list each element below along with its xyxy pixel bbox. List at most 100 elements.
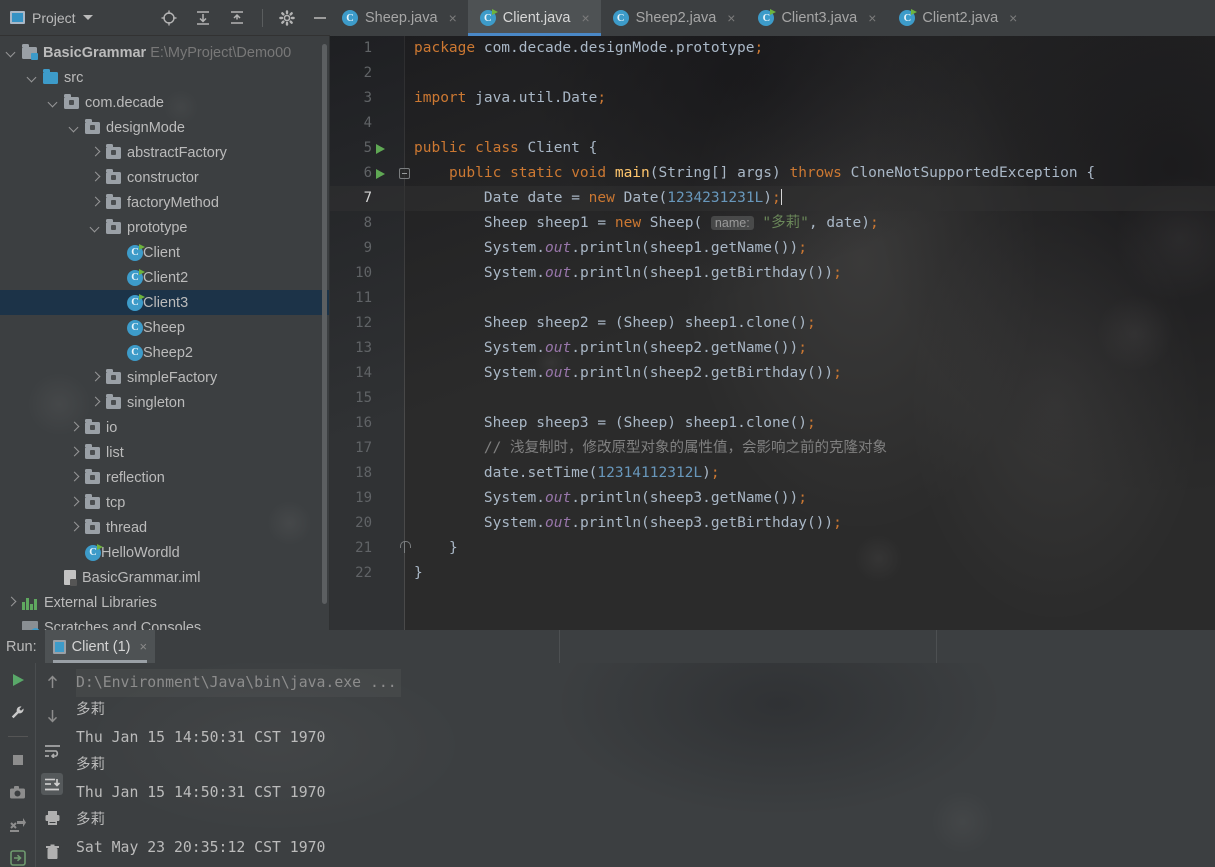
code-editor[interactable]: 1 package com.decade.designMode.prototype…: [330, 36, 1215, 630]
code-line-20[interactable]: 20 System.out.println(sheep3.getBirthday…: [330, 511, 1215, 536]
scroll-to-end-icon[interactable]: [41, 773, 63, 795]
chevron-right-icon[interactable]: [90, 172, 102, 184]
print-icon[interactable]: [41, 807, 63, 829]
tree-item-io[interactable]: io: [0, 415, 329, 440]
tree-item-reflection[interactable]: reflection: [0, 465, 329, 490]
export-icon[interactable]: [7, 849, 29, 867]
close-icon[interactable]: ×: [581, 11, 589, 25]
project-tree-panel[interactable]: BasicGrammar E:\MyProject\Demo00 src com.d…: [0, 36, 330, 630]
chevron-down-icon[interactable]: [6, 47, 18, 59]
run-gutter-icon[interactable]: [376, 169, 385, 179]
rerun-icon[interactable]: [7, 671, 29, 690]
stop-icon[interactable]: [7, 751, 29, 770]
tree-item-singleton[interactable]: singleton: [0, 390, 329, 415]
code-line-7[interactable]: 7 Date date = new Date(1234231231L);: [330, 186, 1215, 211]
code-line-17[interactable]: 17 // 浅复制时，修改原型对象的属性值，会影响之前的克隆对象: [330, 436, 1215, 461]
tree-item-thread[interactable]: thread: [0, 515, 329, 540]
code-line-6[interactable]: 6 public static void main(String[] args)…: [330, 161, 1215, 186]
tree-item-prototype[interactable]: prototype: [0, 215, 329, 240]
expand-all-icon[interactable]: [194, 9, 212, 27]
camera-snapshot-icon[interactable]: [7, 783, 29, 802]
fold-marker-icon[interactable]: [399, 168, 410, 179]
chevron-right-icon[interactable]: [69, 472, 81, 484]
code-line-2[interactable]: 2: [330, 61, 1215, 86]
dump-threads-icon[interactable]: [7, 816, 29, 835]
code-content[interactable]: 1 package com.decade.designMode.prototype…: [330, 36, 1215, 630]
run-tab-client[interactable]: Client (1) ×: [44, 630, 156, 663]
code-line-11[interactable]: 11: [330, 286, 1215, 311]
wrench-settings-icon[interactable]: [7, 704, 29, 723]
tree-item-sheep[interactable]: C Sheep: [0, 315, 329, 340]
arrow-down-icon[interactable]: [41, 705, 63, 727]
project-tree[interactable]: BasicGrammar E:\MyProject\Demo00 src com.d…: [0, 36, 329, 630]
trash-icon[interactable]: [41, 841, 63, 863]
code-line-9[interactable]: 9 System.out.println(sheep1.getName());: [330, 236, 1215, 261]
tree-item-scratches-and-consoles[interactable]: Scratches and Consoles: [0, 615, 329, 630]
chevron-down-icon[interactable]: [82, 15, 93, 20]
tree-item-client2[interactable]: C Client2: [0, 265, 329, 290]
code-line-14[interactable]: 14 System.out.println(sheep2.getBirthday…: [330, 361, 1215, 386]
tree-item-com-decade[interactable]: com.decade: [0, 90, 329, 115]
code-line-4[interactable]: 4: [330, 111, 1215, 136]
code-line-13[interactable]: 13 System.out.println(sheep2.getName());: [330, 336, 1215, 361]
chevron-right-icon[interactable]: [90, 197, 102, 209]
code-line-22[interactable]: 22}: [330, 561, 1215, 586]
tree-item-client3[interactable]: C Client3: [0, 290, 329, 315]
tree-item-constructor[interactable]: constructor: [0, 165, 329, 190]
editor-tab-client2-java[interactable]: C Client2.java ×: [887, 0, 1028, 36]
code-line-16[interactable]: 16 Sheep sheep3 = (Sheep) sheep1.clone()…: [330, 411, 1215, 436]
chevron-down-icon[interactable]: [69, 122, 81, 134]
code-line-5[interactable]: 5 public class Client {: [330, 136, 1215, 161]
soft-wrap-icon[interactable]: [41, 739, 63, 761]
tree-item-src[interactable]: src: [0, 65, 329, 90]
tree-item-external-libraries[interactable]: External Libraries: [0, 590, 329, 615]
tree-item-tcp[interactable]: tcp: [0, 490, 329, 515]
arrow-up-icon[interactable]: [41, 671, 63, 693]
editor-tab-sheep-java[interactable]: C Sheep.java ×: [330, 0, 468, 36]
console-output[interactable]: D:\Environment\Java\bin\java.exe ... 多莉 Th…: [68, 663, 1215, 867]
chevron-right-icon[interactable]: [90, 372, 102, 384]
chevron-down-icon[interactable]: [90, 222, 102, 234]
tree-item-basicgrammar-iml[interactable]: BasicGrammar.iml: [0, 565, 329, 590]
tree-item-basicgrammar[interactable]: BasicGrammar E:\MyProject\Demo00: [0, 40, 329, 65]
tree-item-hellowordld[interactable]: C HelloWordld: [0, 540, 329, 565]
locate-target-icon[interactable]: [160, 9, 178, 27]
chevron-right-icon[interactable]: [69, 497, 81, 509]
chevron-down-icon[interactable]: [48, 97, 60, 109]
tree-item-factorymethod[interactable]: factoryMethod: [0, 190, 329, 215]
editor-tab-sheep2-java[interactable]: C Sheep2.java ×: [601, 0, 747, 36]
tree-item-abstractfactory[interactable]: abstractFactory: [0, 140, 329, 165]
tree-item-sheep2[interactable]: C Sheep2: [0, 340, 329, 365]
chevron-down-icon[interactable]: [27, 72, 39, 84]
tree-item-list[interactable]: list: [0, 440, 329, 465]
code-line-12[interactable]: 12 Sheep sheep2 = (Sheep) sheep1.clone()…: [330, 311, 1215, 336]
collapse-all-icon[interactable]: [228, 9, 246, 27]
code-line-3[interactable]: 3 import java.util.Date;: [330, 86, 1215, 111]
code-line-10[interactable]: 10 System.out.println(sheep1.getBirthday…: [330, 261, 1215, 286]
close-icon[interactable]: ×: [868, 11, 876, 25]
fold-marker-icon[interactable]: [399, 541, 411, 554]
close-icon[interactable]: ×: [139, 639, 147, 654]
chevron-right-icon[interactable]: [90, 147, 102, 159]
code-line-8[interactable]: 8 Sheep sheep1 = new Sheep( name: "多莉", …: [330, 211, 1215, 236]
chevron-right-icon[interactable]: [6, 597, 18, 609]
chevron-right-icon[interactable]: [69, 522, 81, 534]
minimize-icon[interactable]: [311, 9, 329, 27]
tree-item-simplefactory[interactable]: simpleFactory: [0, 365, 329, 390]
close-icon[interactable]: ×: [449, 11, 457, 25]
chevron-right-icon[interactable]: [90, 397, 102, 409]
tree-item-client[interactable]: C Client: [0, 240, 329, 265]
code-line-21[interactable]: 21 }: [330, 536, 1215, 561]
settings-gear-icon[interactable]: [279, 10, 295, 26]
code-line-18[interactable]: 18 date.setTime(12314112312L);: [330, 461, 1215, 486]
close-icon[interactable]: ×: [727, 11, 735, 25]
run-gutter-icon[interactable]: [376, 144, 385, 154]
editor-tab-client3-java[interactable]: C Client3.java ×: [746, 0, 887, 36]
chevron-right-icon[interactable]: [69, 422, 81, 434]
editor-tab-client-java[interactable]: C Client.java ×: [467, 0, 601, 36]
code-line-19[interactable]: 19 System.out.println(sheep3.getName());: [330, 486, 1215, 511]
sidebar-scrollbar[interactable]: [322, 44, 327, 604]
tree-item-designmode[interactable]: designMode: [0, 115, 329, 140]
close-icon[interactable]: ×: [1009, 11, 1017, 25]
code-line-1[interactable]: 1 package com.decade.designMode.prototype…: [330, 36, 1215, 61]
